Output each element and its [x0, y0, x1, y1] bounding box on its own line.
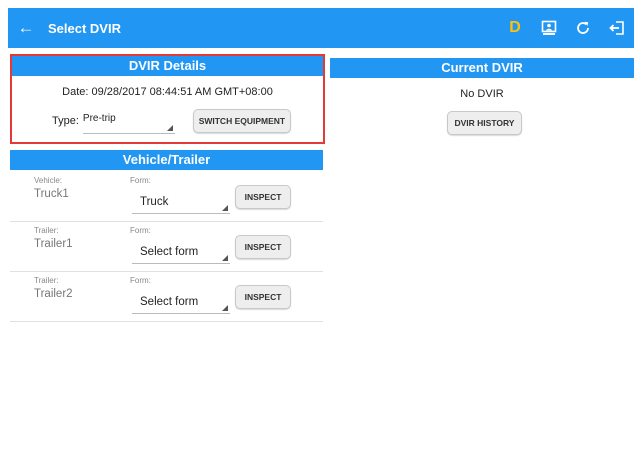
account-box-icon[interactable]: [532, 8, 566, 48]
page-title: Select DVIR: [48, 20, 121, 36]
back-arrow-icon[interactable]: ←: [8, 8, 44, 48]
dvir-details-header: DVIR Details: [12, 56, 323, 76]
dropdown-arrow-icon: [222, 305, 228, 311]
form-value: Truck: [140, 196, 169, 208]
form-label: Form:: [130, 276, 151, 285]
type-row: Type: Pre-trip SWITCH EQUIPMENT: [12, 108, 323, 134]
app-bar: ← Select DVIR D: [8, 8, 634, 48]
logout-icon[interactable]: [600, 8, 634, 48]
inspect-button[interactable]: INSPECT: [235, 285, 291, 309]
form-dropdown[interactable]: Truck: [132, 190, 230, 214]
list-item: Trailer: Trailer1 Form: Select form INSP…: [10, 222, 323, 272]
equipment-kind-label: Trailer:: [34, 276, 59, 285]
dropdown-arrow-icon: [222, 255, 228, 261]
form-dropdown[interactable]: Select form: [132, 290, 230, 314]
type-dropdown[interactable]: Pre-trip: [82, 108, 175, 134]
dvir-history-button[interactable]: DVIR HISTORY: [447, 111, 522, 135]
dropdown-arrow-icon: [166, 125, 173, 131]
current-dvir-status: No DVIR: [460, 88, 504, 100]
dropdown-arrow-icon: [222, 205, 228, 211]
list-item: Vehicle: Truck1 Form: Truck INSPECT: [10, 172, 323, 222]
equipment-name: Truck1: [34, 188, 69, 200]
equipment-kind-label: Vehicle:: [34, 176, 63, 185]
refresh-icon[interactable]: [566, 8, 600, 48]
inspect-button[interactable]: INSPECT: [235, 185, 291, 209]
driver-status-letter: D: [509, 19, 521, 36]
current-dvir-header: Current DVIR: [330, 58, 634, 78]
equipment-name: Trailer1: [34, 238, 73, 250]
equipment-name: Trailer2: [34, 288, 73, 300]
list-item: Trailer: Trailer2 Form: Select form INSP…: [10, 272, 323, 322]
dvir-details-panel: DVIR Details Date: 09/28/2017 08:44:51 A…: [10, 54, 325, 144]
form-value: Select form: [140, 296, 199, 308]
switch-equipment-button[interactable]: SWITCH EQUIPMENT: [192, 109, 291, 133]
type-value: Pre-trip: [82, 113, 116, 124]
form-label: Form:: [130, 226, 151, 235]
inspect-button[interactable]: INSPECT: [235, 235, 291, 259]
form-dropdown[interactable]: Select form: [132, 240, 230, 264]
vehicle-trailer-list: Vehicle: Truck1 Form: Truck INSPECT Trai…: [10, 172, 323, 322]
dvir-date: Date: 09/28/2017 08:44:51 AM GMT+08:00: [62, 86, 273, 98]
app-screen: ← Select DVIR D DVIR Details Date: 09/28…: [0, 0, 642, 476]
equipment-kind-label: Trailer:: [34, 226, 59, 235]
form-label: Form:: [130, 176, 151, 185]
vehicle-trailer-header: Vehicle/Trailer: [10, 150, 323, 170]
driver-status-badge[interactable]: D: [498, 8, 532, 48]
form-value: Select form: [140, 246, 199, 258]
type-label: Type:: [52, 115, 79, 127]
